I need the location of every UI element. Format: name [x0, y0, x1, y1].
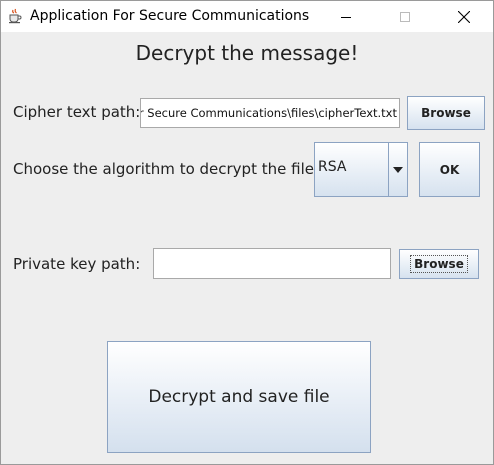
maximize-icon	[400, 11, 410, 22]
private-key-path-field[interactable]	[153, 248, 391, 279]
private-key-path-label: Private key path:	[13, 255, 141, 273]
private-key-browse-label: Browse	[410, 255, 468, 273]
page-heading: Decrypt the message!	[135, 41, 359, 65]
cipher-text-path-label: Cipher text path:	[13, 103, 141, 121]
algorithm-select[interactable]: RSA	[314, 142, 408, 197]
cipher-browse-button[interactable]: Browse	[407, 96, 485, 130]
algorithm-label: Choose the algorithm to decrypt the file…	[13, 160, 320, 178]
minimize-icon	[341, 16, 351, 18]
java-cup-icon	[7, 8, 23, 24]
decrypt-and-save-button[interactable]: Decrypt and save file	[107, 341, 371, 453]
application-window: Application For Secure Communications De…	[0, 0, 494, 465]
window-title: Application For Secure Communications	[30, 8, 310, 24]
chevron-down-icon	[393, 166, 403, 173]
close-button[interactable]	[441, 1, 487, 32]
private-key-browse-button[interactable]: Browse	[399, 249, 479, 279]
title-bar[interactable]: Application For Secure Communications	[1, 1, 493, 32]
cipher-text-path-field[interactable]: For Secure Communications\files\cipherTe…	[140, 98, 400, 128]
algorithm-selected-value: RSA	[318, 159, 347, 175]
close-icon	[458, 10, 470, 23]
dropdown-arrow[interactable]	[388, 143, 407, 196]
minimize-button[interactable]	[323, 1, 369, 32]
ok-button[interactable]: OK	[419, 142, 480, 197]
maximize-button[interactable]	[382, 1, 428, 32]
